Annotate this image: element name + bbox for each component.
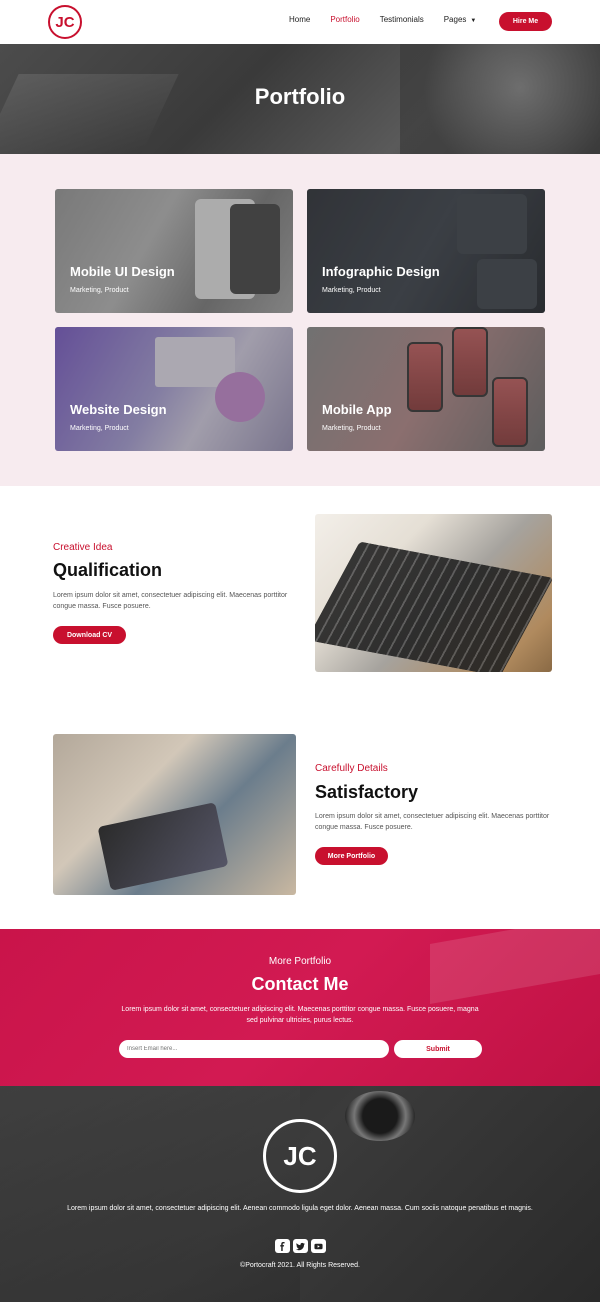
nav-item-pages[interactable]: Pages ▼ — [444, 15, 477, 24]
page-title: Portfolio — [254, 84, 346, 109]
nav-item-pages-label: Pages — [443, 15, 467, 24]
contact-text: Lorem ipsum dolor sit amet, consectetuer… — [121, 1006, 479, 1024]
portfolio-card-website[interactable]: Website Design Marketing, Product — [55, 327, 293, 451]
tablet-stylus-image — [53, 734, 296, 895]
footer-background-image — [0, 1086, 300, 1302]
portfolio-card-mobile-app[interactable]: Mobile App Marketing, Product — [307, 327, 545, 451]
hire-me-button[interactable]: Hire Me — [499, 12, 552, 31]
contact-title: Contact Me — [251, 974, 349, 994]
qualification-label: Creative Idea — [53, 542, 113, 553]
download-cv-button[interactable]: Download CV — [53, 626, 126, 644]
site-header: JC Home Portfolio Testimonials Pages ▼ Hi… — [0, 0, 600, 44]
coffee-cup-image — [345, 1091, 415, 1141]
card-subtitle: Marketing, Product — [70, 287, 129, 294]
nav-item-portfolio[interactable]: Portfolio — [330, 15, 359, 24]
card-title: Mobile App — [322, 402, 392, 417]
card-subtitle: Marketing, Product — [322, 425, 381, 432]
laptop-typing-image — [315, 514, 552, 672]
qualification-title: Qualification — [53, 560, 163, 580]
twitter-icon[interactable] — [293, 1239, 308, 1253]
footer-text: Lorem ipsum dolor sit amet, consectetuer… — [67, 1205, 533, 1212]
email-field[interactable] — [119, 1040, 389, 1058]
site-footer: JC Lorem ipsum dolor sit amet, consectet… — [0, 1086, 600, 1302]
satisfactory-label: Carefully Details — [315, 763, 388, 774]
card-subtitle: Marketing, Product — [322, 287, 381, 294]
nav-item-home[interactable]: Home — [289, 15, 310, 24]
hero-banner: Portfolio — [0, 44, 600, 154]
contact-label: More Portfolio — [268, 956, 332, 967]
copyright: ©Portocraft 2021. All Rights Reserved. — [240, 1262, 360, 1269]
portfolio-card-infographic[interactable]: Infographic Design Marketing, Product — [307, 189, 545, 313]
portfolio-card-mobile-ui[interactable]: Mobile UI Design Marketing, Product — [55, 189, 293, 313]
qualification-text: Lorem ipsum dolor sit amet, consectetuer… — [53, 592, 288, 610]
footer-logo[interactable]: JC — [263, 1119, 337, 1193]
card-title: Mobile UI Design — [70, 264, 175, 279]
submit-button[interactable]: Submit — [394, 1040, 482, 1058]
satisfactory-text: Lorem ipsum dolor sit amet, consectetuer… — [315, 813, 550, 831]
youtube-icon[interactable] — [311, 1239, 326, 1253]
portfolio-grid: Mobile UI Design Marketing, Product Info… — [0, 154, 600, 486]
nav-item-testimonials[interactable]: Testimonials — [380, 15, 424, 24]
card-subtitle: Marketing, Product — [70, 425, 129, 432]
satisfactory-title: Satisfactory — [315, 782, 419, 802]
facebook-icon[interactable] — [275, 1239, 290, 1253]
contact-section: More Portfolio Contact Me Lorem ipsum do… — [0, 929, 600, 1086]
card-title: Website Design — [70, 402, 167, 417]
main-nav: Home Portfolio Testimonials Pages ▼ — [289, 15, 496, 24]
card-title: Infographic Design — [322, 264, 440, 279]
more-portfolio-button[interactable]: More Portfolio — [315, 847, 388, 865]
logo[interactable]: JC — [48, 5, 82, 39]
chevron-down-icon: ▼ — [470, 18, 477, 24]
